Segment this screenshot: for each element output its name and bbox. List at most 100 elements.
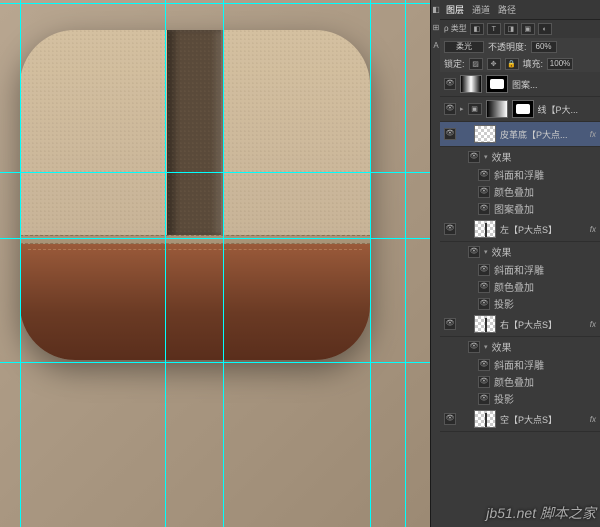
- layer-row[interactable]: 👁 皮革底【P大点... fx: [440, 122, 600, 147]
- layers-tree[interactable]: 👁 图案... 👁 ▸ ▣ 线【P大... 👁 皮革底【P大点... fx 👁 ▾…: [440, 72, 600, 527]
- opacity-input[interactable]: [531, 41, 557, 53]
- visibility-toggle-icon[interactable]: 👁: [478, 203, 490, 215]
- effect-name: 投影: [494, 391, 514, 406]
- fx-badge[interactable]: fx: [590, 415, 596, 424]
- folder-icon: ▣: [468, 103, 482, 115]
- layer-name[interactable]: 右【P大点S】: [500, 318, 586, 331]
- chevron-down-icon[interactable]: ▾: [484, 153, 488, 161]
- fx-badge[interactable]: fx: [590, 225, 596, 234]
- icon-center-stripe: [167, 30, 223, 235]
- effects-header[interactable]: 👁 ▾ 效果: [440, 337, 600, 356]
- guide-horizontal[interactable]: [0, 3, 430, 4]
- icon-top-canvas: [20, 30, 370, 235]
- effect-name: 颜色叠加: [494, 279, 534, 294]
- guide-vertical[interactable]: [405, 0, 406, 527]
- chevron-down-icon[interactable]: ▾: [484, 343, 488, 351]
- effect-name: 斜面和浮雕: [494, 357, 544, 372]
- effect-name: 颜色叠加: [494, 184, 534, 199]
- guide-horizontal[interactable]: [0, 362, 430, 363]
- effect-item[interactable]: 👁 斜面和浮雕: [440, 261, 600, 278]
- visibility-toggle-icon[interactable]: 👁: [468, 246, 480, 258]
- guide-horizontal[interactable]: [0, 172, 430, 173]
- tab-channels[interactable]: 通道: [472, 3, 490, 16]
- layer-row[interactable]: 👁 空【P大点S】 fx: [440, 407, 600, 432]
- layer-name[interactable]: 图案...: [512, 78, 596, 91]
- visibility-toggle-icon[interactable]: 👁: [444, 103, 456, 115]
- layer-name[interactable]: 空【P大点S】: [500, 413, 586, 426]
- watermark-text: jb51.net 脚本之家: [486, 503, 596, 523]
- fx-badge[interactable]: fx: [590, 320, 596, 329]
- effect-name: 斜面和浮雕: [494, 167, 544, 182]
- guide-horizontal[interactable]: [0, 238, 430, 239]
- effect-item[interactable]: 👁颜色叠加: [440, 373, 600, 390]
- tab-paths[interactable]: 路径: [498, 3, 516, 16]
- fill-input[interactable]: [547, 58, 573, 70]
- visibility-toggle-icon[interactable]: 👁: [444, 318, 456, 330]
- visibility-toggle-icon[interactable]: 👁: [468, 151, 480, 163]
- visibility-toggle-icon[interactable]: 👁: [444, 78, 456, 90]
- icon-leather-bottom: [20, 244, 370, 360]
- guide-vertical[interactable]: [370, 0, 371, 527]
- layer-thumb[interactable]: [474, 220, 496, 238]
- panel-tabs: 图层 通道 路径: [440, 0, 600, 20]
- layer-thumb[interactable]: [460, 75, 482, 93]
- layer-thumb[interactable]: [474, 125, 496, 143]
- layer-thumb[interactable]: [474, 315, 496, 333]
- visibility-toggle-icon[interactable]: 👁: [478, 359, 490, 371]
- visibility-toggle-icon[interactable]: 👁: [478, 393, 490, 405]
- filter-kind-label: ρ 类型: [444, 23, 467, 35]
- layer-name[interactable]: 皮革底【P大点...: [500, 128, 586, 141]
- layer-mask-thumb[interactable]: [486, 75, 508, 93]
- guide-vertical[interactable]: [165, 0, 166, 527]
- effects-header[interactable]: 👁▾效果: [440, 242, 600, 261]
- effect-item[interactable]: 👁 颜色叠加: [440, 278, 600, 295]
- tab-layers[interactable]: 图层: [446, 3, 464, 16]
- lock-position-icon[interactable]: ✥: [487, 58, 501, 70]
- folder-chevron-icon[interactable]: ▸: [460, 105, 464, 113]
- effect-name: 斜面和浮雕: [494, 262, 544, 277]
- effects-label: 效果: [492, 339, 512, 354]
- visibility-toggle-icon[interactable]: 👁: [478, 264, 490, 276]
- lock-pixels-icon[interactable]: ▨: [469, 58, 483, 70]
- visibility-toggle-icon[interactable]: 👁: [478, 169, 490, 181]
- document-canvas[interactable]: [0, 0, 430, 527]
- visibility-toggle-icon[interactable]: 👁: [468, 341, 480, 353]
- fx-badge[interactable]: fx: [590, 130, 596, 139]
- effect-item[interactable]: 👁 投影: [440, 390, 600, 407]
- icon-artwork: [20, 30, 370, 360]
- layer-row[interactable]: 👁 右【P大点S】 fx: [440, 312, 600, 337]
- effects-header[interactable]: 👁▾效果: [440, 147, 600, 166]
- visibility-toggle-icon[interactable]: 👁: [444, 128, 456, 140]
- effect-item[interactable]: 👁 图案叠加: [440, 200, 600, 217]
- layer-name[interactable]: 左【P大点S】: [500, 223, 586, 236]
- layer-thumb[interactable]: [474, 410, 496, 428]
- visibility-toggle-icon[interactable]: 👁: [444, 223, 456, 235]
- layer-row[interactable]: 👁 左【P大点S】 fx: [440, 217, 600, 242]
- effect-name: 图案叠加: [494, 201, 534, 216]
- layer-row[interactable]: 👁 ▸ ▣ 线【P大...: [440, 97, 600, 122]
- filter-smart-icon[interactable]: ▣: [521, 23, 535, 35]
- guide-vertical[interactable]: [20, 0, 21, 527]
- visibility-toggle-icon[interactable]: 👁: [478, 298, 490, 310]
- visibility-toggle-icon[interactable]: 👁: [478, 281, 490, 293]
- visibility-toggle-icon[interactable]: 👁: [444, 413, 456, 425]
- visibility-toggle-icon[interactable]: 👁: [478, 376, 490, 388]
- filter-shape-icon[interactable]: ◨: [504, 23, 518, 35]
- layer-row[interactable]: 👁 图案...: [440, 72, 600, 97]
- filter-pixel-icon[interactable]: ◧: [470, 23, 484, 35]
- layer-name[interactable]: 线【P大...: [538, 103, 596, 116]
- guide-vertical[interactable]: [223, 0, 224, 527]
- blend-mode-select[interactable]: [444, 41, 484, 53]
- filter-type-icon[interactable]: T: [487, 23, 501, 35]
- layers-panel: 图层 通道 路径 ρ 类型 ◧ T ◨ ▣ ◐ 不透明度: 锁定: ▨ ✥ 🔒 …: [440, 0, 600, 527]
- effect-item[interactable]: 👁 颜色叠加: [440, 183, 600, 200]
- effect-item[interactable]: 👁投影: [440, 295, 600, 312]
- layer-thumb[interactable]: [486, 100, 508, 118]
- lock-all-icon[interactable]: 🔒: [505, 58, 519, 70]
- effect-item[interactable]: 👁 斜面和浮雕: [440, 356, 600, 373]
- layer-mask-thumb[interactable]: [512, 100, 534, 118]
- filter-adjust-icon[interactable]: ◐: [538, 23, 552, 35]
- effect-item[interactable]: 👁 斜面和浮雕: [440, 166, 600, 183]
- chevron-down-icon[interactable]: ▾: [484, 248, 488, 256]
- visibility-toggle-icon[interactable]: 👁: [478, 186, 490, 198]
